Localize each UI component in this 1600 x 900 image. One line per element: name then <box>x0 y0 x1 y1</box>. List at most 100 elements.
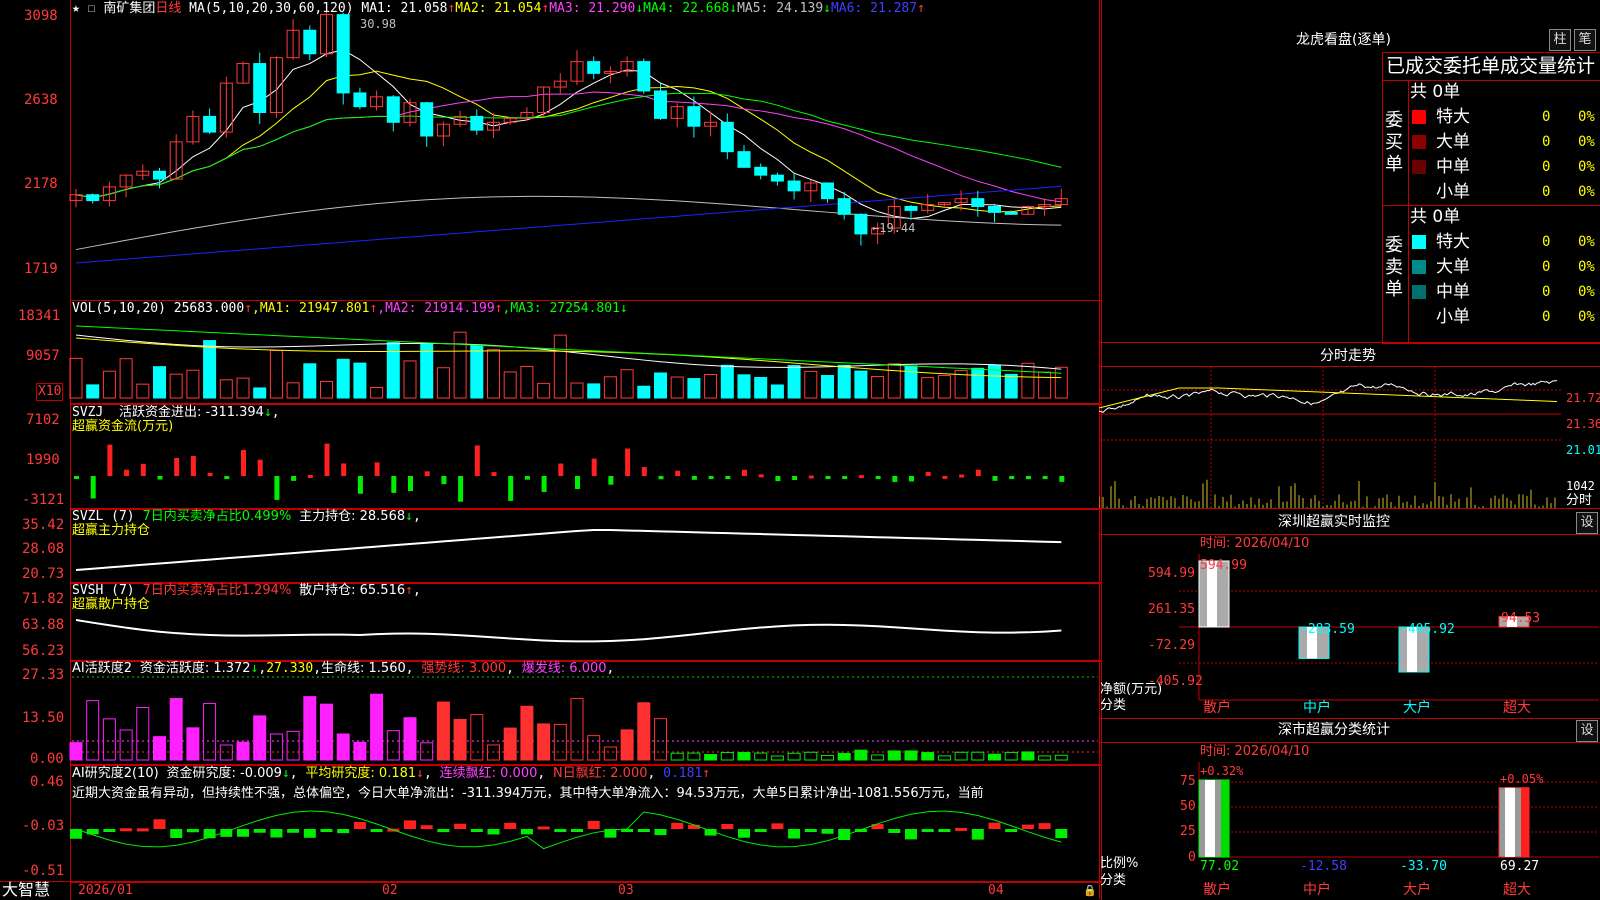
high-price-label: 30.98 <box>360 17 397 31</box>
svzj-bar <box>875 476 881 479</box>
vol-bar <box>937 375 951 399</box>
low-price-label: ←19.44 <box>872 221 916 235</box>
monitor-ytick-1: 261.35 <box>1148 602 1195 617</box>
vol-bar <box>203 340 217 399</box>
star-icon[interactable]: ★ <box>72 1 80 16</box>
ma6-value: MA6: 21.287 <box>830 1 918 16</box>
vol-bar <box>453 331 467 399</box>
vol-bar <box>887 363 901 399</box>
vol-bar <box>553 334 567 399</box>
svzj-label: 活跃资金进出: -311.394 <box>118 405 264 420</box>
sell-row-pct: 0% <box>1578 284 1595 300</box>
candle-body <box>420 102 434 137</box>
ai-research-bar <box>955 827 968 831</box>
vol-bar <box>153 366 166 399</box>
svzj-bar <box>341 463 347 476</box>
ai-active-label5: 爆发线: 6.000 <box>521 661 607 676</box>
ai-active-bar <box>353 741 367 761</box>
vol-bar <box>837 364 851 399</box>
period-label[interactable]: 日线 <box>155 1 181 16</box>
svzj-bar <box>892 476 898 482</box>
class-top-label-0: +0.32% <box>1200 764 1244 778</box>
vol-bar <box>436 367 450 399</box>
vol-bar <box>670 376 684 399</box>
candle-body <box>654 90 667 119</box>
vol-bar <box>537 382 551 399</box>
buy-color-swatch <box>1412 160 1426 174</box>
ai-active-bar <box>804 751 818 761</box>
svzj-bar <box>625 448 631 476</box>
svzl-label2: 主力持仓: 28.568 <box>299 509 406 524</box>
vol-bar <box>303 363 317 399</box>
ai-research-bar <box>353 822 366 829</box>
ai-active-label1: 资金活跃度: 1.372 <box>139 661 251 676</box>
lock-icon[interactable]: 🔒 <box>1083 883 1097 899</box>
sell-row-count: 0 <box>1542 234 1551 250</box>
svzl-line <box>75 529 1062 571</box>
svzj-bar <box>174 457 180 476</box>
ai-active-bar <box>169 698 183 761</box>
svzj-ytick-0: 7102 <box>26 412 60 428</box>
vol-multiplier[interactable]: X10 <box>36 383 64 401</box>
intraday-chart[interactable] <box>1099 366 1600 508</box>
class-chart <box>1198 762 1599 858</box>
intraday-title: 分时走势 <box>1320 348 1376 364</box>
vol-header: VOL(5,10,20) 25683.000↑,MA1: 21947.801↑,… <box>72 301 628 316</box>
ai-active-bar <box>219 744 233 761</box>
ai-research-bar <box>771 823 784 829</box>
intraday-vol: 1042 <box>1566 479 1595 493</box>
sell-row-count: 0 <box>1542 284 1551 300</box>
ai-research-bar <box>470 829 483 832</box>
vol-bar <box>370 386 384 399</box>
intraday-unit: 分时 <box>1566 493 1593 508</box>
svzj-bar <box>1042 476 1048 479</box>
bar-mode-button[interactable]: 柱 <box>1549 29 1571 51</box>
svzj-bar <box>524 476 530 480</box>
class-val-1: -12.58 <box>1300 859 1347 874</box>
class-settings-button[interactable]: 设 <box>1576 720 1598 742</box>
more-icon[interactable]: ☐ <box>88 1 96 16</box>
ma1-line <box>75 49 1062 220</box>
kline-ytick-2: 2178 <box>24 176 58 192</box>
ai-active-bar <box>69 742 83 761</box>
pen-mode-button[interactable]: 笔 <box>1574 29 1596 51</box>
vol-bar <box>804 370 818 399</box>
vol-ma3-line <box>75 325 1062 374</box>
sell-color-swatch <box>1412 235 1426 249</box>
vol-bar <box>403 360 417 399</box>
ai-active-bar <box>737 751 751 761</box>
svzj-bar <box>608 476 614 485</box>
monitor-settings-button[interactable]: 设 <box>1576 512 1598 534</box>
ai-research-bar <box>1038 823 1051 829</box>
monitor-val-0: 594.99 <box>1200 558 1247 573</box>
ai-active-bar <box>1004 751 1018 761</box>
svzj-bar <box>474 445 480 476</box>
vol-bar <box>286 382 300 399</box>
ai-research-bar <box>804 829 817 832</box>
vol-bar <box>253 387 267 399</box>
vol-bar <box>704 374 718 399</box>
ai-research-bar <box>454 823 467 829</box>
vol-bar <box>754 376 768 399</box>
vol-bar <box>620 369 634 399</box>
ai-research-comment: 近期大资金虽有异动，但持续性不强，总体偏空，今日大单净流出：-311.394万元… <box>72 786 984 801</box>
brand-label[interactable]: 大智慧 <box>2 881 50 899</box>
svzl-ytick-1: 28.08 <box>22 541 65 557</box>
svzj-ytick-1: 1990 <box>26 452 60 468</box>
chart-canvas <box>69 6 1098 850</box>
candle-body <box>687 106 701 127</box>
svzj-bar <box>758 474 764 478</box>
dragon-title: 龙虎看盘(逐单) <box>1296 32 1391 48</box>
ai-active-bar <box>153 736 166 761</box>
ai-research-bar <box>571 829 583 832</box>
svsh-title: SVSH (7) <box>72 583 135 598</box>
ai-active-bar <box>887 750 901 761</box>
ai-research-bar <box>971 829 984 840</box>
ai-active-title: AI活跃度2 <box>72 661 132 676</box>
ai-research-ytick-2: -0.51 <box>22 863 65 879</box>
ai-active-bar <box>837 752 851 761</box>
ma5-value: MA5: 24.139 <box>737 1 824 16</box>
svzj-bar <box>307 474 313 478</box>
svzl-label1: 7日内买卖净占比0.499% <box>142 509 292 524</box>
buy-color-swatch <box>1412 185 1426 199</box>
